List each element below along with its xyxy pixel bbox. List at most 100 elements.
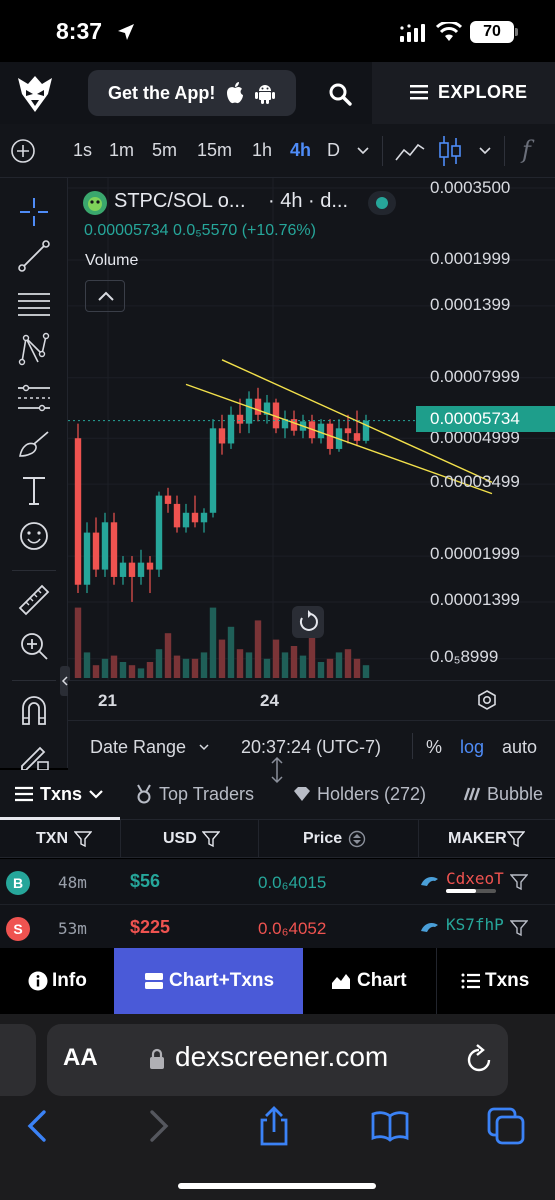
- candle-body: [128, 562, 136, 577]
- volume-bar: [281, 652, 289, 678]
- tab-bubblemaps[interactable]: Bubble: [487, 784, 543, 805]
- toolbar-divider: [504, 136, 505, 166]
- txn-age: 53m: [58, 919, 87, 938]
- tabs-icon[interactable]: [486, 1106, 526, 1146]
- y-axis-label: 0.0003500: [430, 178, 511, 197]
- brush-tool-icon[interactable]: [16, 426, 52, 462]
- clock: 8:37: [56, 18, 103, 44]
- toolbar-divider: [382, 136, 383, 166]
- candle-body: [92, 532, 100, 570]
- chevron-down-icon[interactable]: [356, 144, 370, 158]
- volume-label: Volume: [85, 252, 139, 269]
- chart-settings-icon[interactable]: [476, 689, 498, 711]
- indicators-fx-icon[interactable]: f: [522, 136, 531, 164]
- resize-handle-icon[interactable]: [268, 756, 286, 784]
- auto-scale-toggle[interactable]: auto: [502, 737, 537, 758]
- chevron-down-icon[interactable]: [86, 784, 106, 804]
- url-text[interactable]: dexscreener.com: [175, 1041, 388, 1073]
- percent-scale-toggle[interactable]: %: [426, 737, 442, 758]
- timeframe-5m[interactable]: 5m: [152, 140, 177, 161]
- crosshair-icon[interactable]: [16, 194, 52, 230]
- lock-drawings-icon[interactable]: [16, 738, 52, 774]
- nav-txns-button[interactable]: Txns: [437, 948, 555, 1014]
- zoom-in-icon[interactable]: [16, 628, 52, 664]
- ruler-icon[interactable]: [16, 582, 52, 618]
- volume-bar: [128, 665, 136, 678]
- battery-icon: 70: [470, 21, 514, 43]
- back-icon[interactable]: [18, 1106, 58, 1146]
- table-row[interactable]: S 53m $225 0.0₆4052 KS7fhP: [0, 905, 555, 951]
- volume-bar: [326, 658, 334, 678]
- candle: [227, 406, 235, 449]
- explore-button[interactable]: EXPLORE: [372, 62, 555, 124]
- filter-icon[interactable]: [74, 830, 92, 848]
- candle-body: [353, 433, 361, 441]
- dexscreener-logo-icon[interactable]: [14, 72, 56, 114]
- drawing-tools-sidebar: [0, 178, 68, 771]
- timeframe-15m[interactable]: 15m: [197, 140, 232, 161]
- filter-icon[interactable]: [510, 873, 528, 891]
- emoji-tool-icon[interactable]: [16, 518, 52, 554]
- y-axis-label: 0.00003499: [430, 472, 520, 491]
- timeframe-4h[interactable]: 4h: [290, 140, 311, 161]
- reader-settings-button[interactable]: AA: [63, 1044, 98, 1072]
- ohlc-row: 0.00005734 0.0₅5570 (+10.76%): [84, 222, 316, 240]
- filter-icon[interactable]: [510, 919, 528, 937]
- chevron-down-icon[interactable]: [198, 741, 210, 753]
- maker-address[interactable]: CdxeoT: [446, 869, 504, 888]
- reset-chart-button[interactable]: [292, 606, 324, 638]
- candle-body: [317, 423, 325, 439]
- trendline-tool-icon[interactable]: [16, 238, 52, 274]
- nav-chart-txns-button[interactable]: Chart+Txns: [114, 948, 303, 1014]
- tab-txns[interactable]: Txns: [40, 784, 82, 805]
- text-tool-icon[interactable]: [16, 472, 52, 508]
- timeframe-1h[interactable]: 1h: [252, 140, 272, 161]
- timeframe-d[interactable]: D: [327, 140, 340, 161]
- tab-holders[interactable]: Holders (272): [317, 784, 426, 805]
- currency-toggle-icon[interactable]: [348, 830, 366, 848]
- browser-toolbar: AA dexscreener.com: [0, 1014, 555, 1200]
- pair-label[interactable]: STPC/SOL o...: [114, 190, 246, 213]
- y-axis-label: 0.0001399: [430, 295, 511, 314]
- app-header: Get the App! EXPLORE: [0, 62, 555, 124]
- candle: [101, 512, 109, 577]
- candle-body: [101, 522, 109, 570]
- fib-retracement-icon[interactable]: [16, 286, 52, 322]
- line-chart-icon[interactable]: [394, 136, 426, 166]
- table-row[interactable]: B 48m $56 0.0₆4015 CdxeoT: [0, 859, 555, 905]
- candle: [83, 522, 91, 594]
- add-symbol-icon[interactable]: [10, 138, 36, 164]
- address-bar[interactable]: AA dexscreener.com: [47, 1024, 508, 1096]
- reload-icon[interactable]: [465, 1044, 493, 1074]
- txn-price: 0.0₆4015: [258, 873, 327, 892]
- filter-icon[interactable]: [202, 830, 220, 848]
- candlestick-icon[interactable]: [436, 134, 464, 168]
- volume-bar: [362, 665, 370, 678]
- volume-bar: [101, 658, 109, 678]
- timeframe-1s[interactable]: 1s: [73, 140, 92, 161]
- collapse-legend-button[interactable]: [85, 280, 125, 312]
- search-icon[interactable]: [326, 80, 354, 108]
- column-header-maker: MAKER: [448, 830, 507, 847]
- nav-chart-button[interactable]: Chart: [303, 948, 436, 1014]
- date-range-button[interactable]: Date Range: [90, 737, 186, 758]
- chevron-down-icon[interactable]: [478, 144, 492, 158]
- signal-icon: [400, 24, 425, 42]
- tab-top-traders[interactable]: Top Traders: [159, 784, 254, 805]
- forward-icon[interactable]: [138, 1106, 178, 1146]
- filter-icon[interactable]: [507, 830, 525, 848]
- bookmarks-icon[interactable]: [370, 1106, 410, 1146]
- timeframe-1m[interactable]: 1m: [109, 140, 134, 161]
- log-scale-toggle[interactable]: log: [460, 737, 484, 758]
- magnet-icon[interactable]: [16, 692, 52, 728]
- volume-bar: [218, 639, 226, 678]
- pattern-tool-icon[interactable]: [16, 332, 52, 368]
- share-icon[interactable]: [254, 1106, 294, 1146]
- nav-info-button[interactable]: Info: [0, 948, 114, 1014]
- projection-tool-icon[interactable]: [16, 380, 52, 416]
- candle: [110, 512, 118, 585]
- maker-address[interactable]: KS7fhP: [446, 915, 504, 934]
- previous-tab-preview[interactable]: [0, 1024, 36, 1096]
- get-app-button[interactable]: Get the App!: [88, 70, 296, 116]
- timezone-clock[interactable]: 20:37:24 (UTC-7): [241, 737, 381, 758]
